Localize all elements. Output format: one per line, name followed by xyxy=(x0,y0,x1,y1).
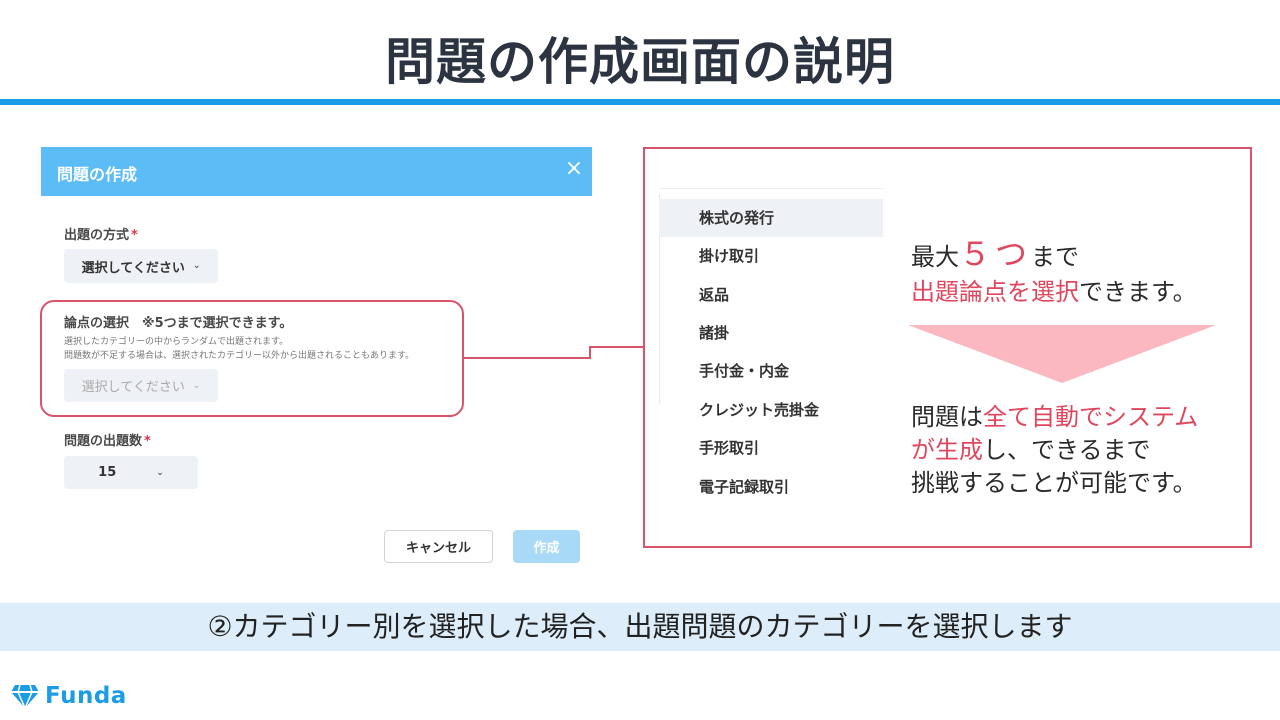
count-select[interactable]: 15 ⌄ xyxy=(64,456,198,489)
callout-text: まで xyxy=(1031,243,1080,271)
required-mark: * xyxy=(131,228,138,243)
method-select[interactable]: 選択してください ⌄ xyxy=(64,249,218,283)
create-button[interactable]: 作成 xyxy=(513,530,580,563)
list-item[interactable]: 手付金・内金 xyxy=(659,352,883,390)
funda-logo: Funda xyxy=(10,680,127,712)
caption-band: ②カテゴリー別を選択した場合、出題問題のカテゴリーを選択します xyxy=(0,603,1280,651)
dialog-title: 問題の作成 xyxy=(57,165,138,184)
topic-select-value: 選択してください xyxy=(81,380,185,395)
chevron-down-icon: ⌄ xyxy=(192,380,201,391)
topic-note-2: 問題数が不足する場合は、選択されたカテゴリー以外から出題されることもあります。 xyxy=(64,351,415,361)
callout-text: できます。 xyxy=(1079,278,1197,306)
callout-line-2: 出題論点を選択できます。 xyxy=(911,276,1197,309)
topic-select[interactable]: 選択してください ⌄ xyxy=(64,369,218,402)
method-select-value: 選択してください xyxy=(81,260,185,276)
topic-label: 論点の選択 ※5つまで選択できます。 xyxy=(64,316,293,331)
callout-highlight: が生成 xyxy=(911,436,983,464)
callout-highlight: 出題論点を選択 xyxy=(911,278,1079,306)
connector-line xyxy=(462,346,644,359)
list-item[interactable]: 株式の発行 xyxy=(659,199,883,237)
count-label-text: 問題の出題数 xyxy=(64,434,143,449)
title-underline xyxy=(0,99,1280,105)
count-label: 問題の出題数 * xyxy=(64,430,151,449)
close-icon[interactable]: × xyxy=(562,155,586,183)
cancel-button[interactable]: キャンセル xyxy=(384,530,493,563)
dialog-header: 問題の作成 × xyxy=(41,147,592,196)
count-select-value: 15 xyxy=(98,465,117,480)
list-item[interactable]: クレジット売掛金 xyxy=(659,391,883,429)
callout-line-1: 最大５つまで xyxy=(911,238,1079,274)
list-item[interactable]: 手形取引 xyxy=(659,429,883,467)
topic-option-list: 株式の発行 掛け取引 返品 諸掛 手付金・内金 クレジット売掛金 手形取引 電子… xyxy=(659,188,883,508)
method-label-text: 出題の方式 xyxy=(64,228,130,243)
callout-text: し、できるまで xyxy=(983,436,1151,464)
caption-text: ②カテゴリー別を選択した場合、出題問題のカテゴリーを選択します xyxy=(207,610,1073,643)
list-item[interactable]: 返品 xyxy=(659,276,883,314)
callout-text: 問題は xyxy=(911,403,983,431)
callout-number: ５つ xyxy=(959,235,1032,273)
page-title: 問題の作成画面の説明 xyxy=(385,33,895,91)
method-label: 出題の方式 * xyxy=(64,224,138,243)
diamond-icon xyxy=(11,684,39,710)
chevron-down-icon: ⌄ xyxy=(192,261,201,271)
chevron-down-icon: ⌄ xyxy=(156,467,164,478)
topic-note-1: 選択したカテゴリーの中からランダムで出題されます。 xyxy=(64,337,289,347)
required-mark: * xyxy=(144,434,151,449)
callout-line-3: 問題は全て自動でシステム xyxy=(911,401,1198,434)
down-arrow-icon xyxy=(908,325,1216,383)
list-item[interactable]: 諸掛 xyxy=(659,314,883,352)
callout-text: 最大 xyxy=(911,243,959,271)
callout-line-5: 挑戦することが可能です。 xyxy=(911,469,1197,497)
logo-text: Funda xyxy=(45,683,127,709)
list-item[interactable]: 掛け取引 xyxy=(659,237,883,275)
list-item[interactable]: 電子記録取引 xyxy=(659,468,883,506)
callout-highlight: 全て自動でシステム xyxy=(983,403,1199,431)
callout-line-4: が生成し、できるまで xyxy=(911,434,1151,467)
